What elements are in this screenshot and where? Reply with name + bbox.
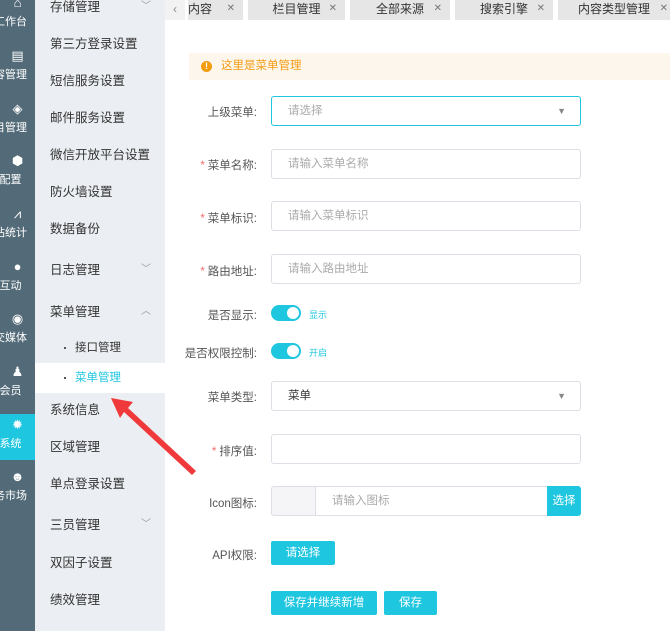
annotation-arrow <box>111 398 196 475</box>
